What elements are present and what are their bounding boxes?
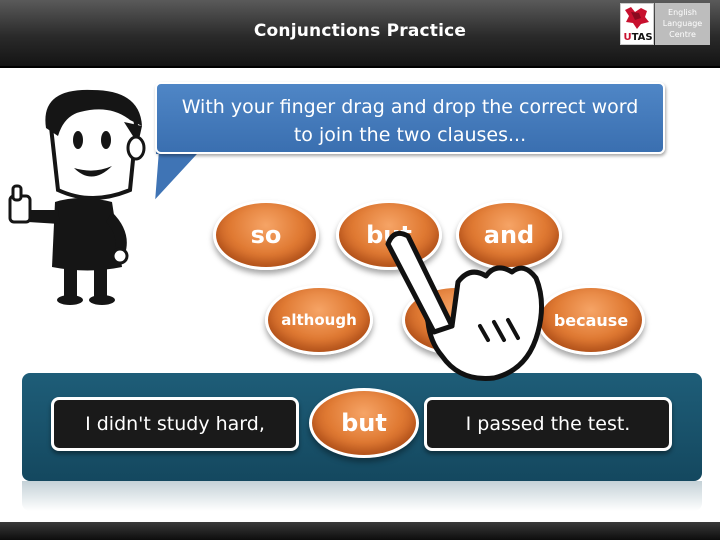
utas-wordmark: UTAS — [623, 32, 653, 43]
clause-right: I passed the test. — [424, 397, 672, 451]
page-title: Conjunctions Practice — [253, 21, 467, 41]
instruction-text: With your finger drag and drop the corre… — [181, 96, 639, 146]
english-language-centre-box: English Language Centre — [655, 3, 710, 45]
clause-left: I didn't study hard, — [51, 397, 299, 451]
footer-bar — [0, 522, 720, 540]
band-reflection — [22, 481, 702, 511]
thumbs-up-character — [8, 89, 146, 305]
word-although[interactable]: although — [265, 285, 373, 355]
utas-logo: UTAS English Language Centre — [620, 3, 710, 45]
pointing-hand-icon — [385, 230, 544, 382]
utas-crest-logo: UTAS — [620, 3, 654, 45]
word-so[interactable]: so — [213, 200, 319, 270]
header-bar: Conjunctions Practice UTAS English Langu… — [0, 0, 720, 68]
instruction-bubble: With your finger drag and drop the corre… — [155, 82, 665, 154]
answer-drop-slot[interactable]: but — [309, 388, 419, 458]
word-because[interactable]: because — [537, 285, 645, 355]
speech-bubble-tail — [152, 150, 206, 205]
